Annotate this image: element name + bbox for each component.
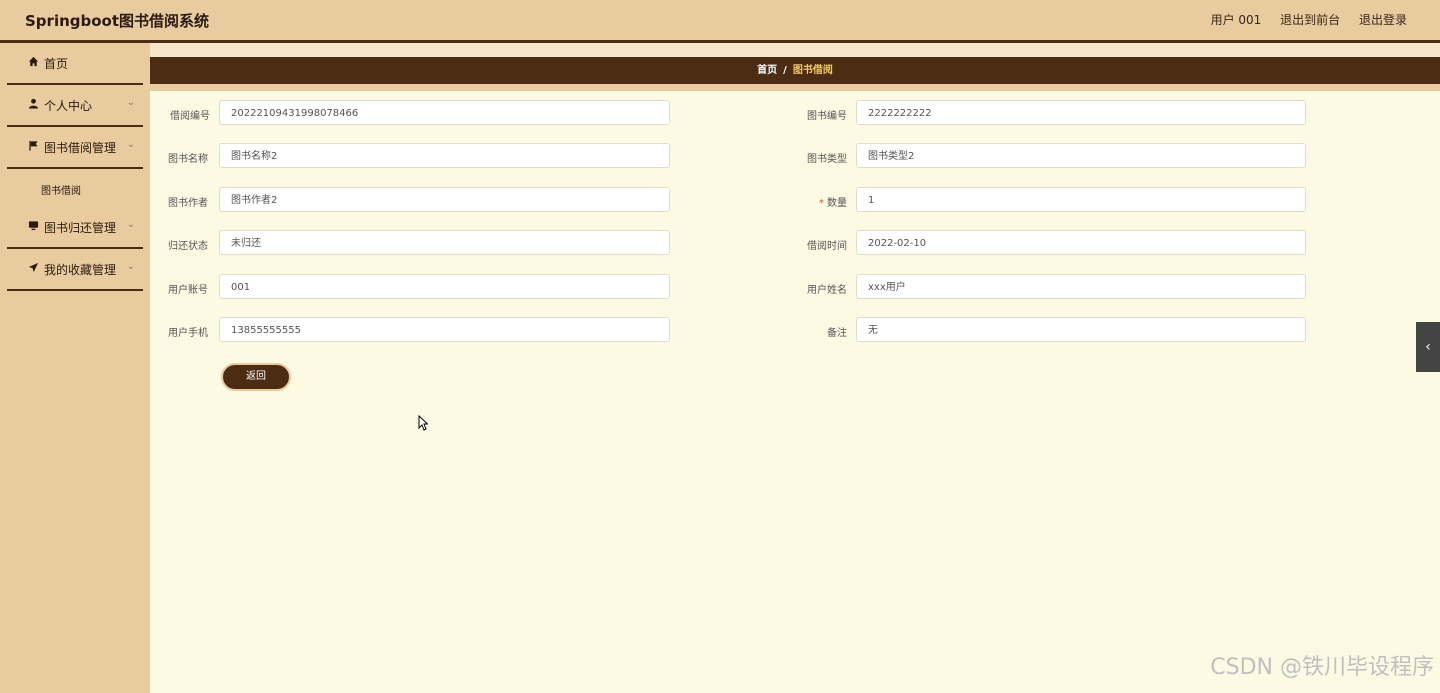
field-label: 图书类型 bbox=[807, 154, 847, 165]
user-icon bbox=[27, 98, 39, 110]
user-phone-input[interactable]: 13855555555 bbox=[219, 317, 670, 342]
field-label: 借阅编号 bbox=[170, 111, 210, 122]
field-label: 用户手机 bbox=[168, 328, 208, 339]
field-label-text: 数量 bbox=[827, 198, 847, 209]
chevron-down-icon: ⌄ bbox=[126, 139, 135, 150]
required-mark: * bbox=[819, 198, 824, 209]
field-label: 图书作者 bbox=[168, 198, 208, 209]
chevron-left-icon: ‹ bbox=[1425, 339, 1431, 355]
book-author-input[interactable]: 图书作者2 bbox=[219, 187, 670, 212]
return-status-input[interactable]: 未归还 bbox=[219, 230, 670, 255]
sidebar-item-borrow-management[interactable]: 图书借阅管理 ⌄ bbox=[7, 127, 143, 169]
field-label: 归还状态 bbox=[168, 241, 208, 252]
chevron-down-icon: ⌄ bbox=[126, 261, 135, 272]
sidebar-item-favorites-management[interactable]: 我的收藏管理 ⌄ bbox=[7, 249, 143, 291]
main-content: 首页 / 图书借阅 借阅编号 20222109431998078466 图书编号 2… bbox=[150, 43, 1440, 693]
chevron-down-icon: ⌄ bbox=[126, 97, 135, 108]
bottom-strip bbox=[150, 84, 1440, 91]
field-label: 借阅时间 bbox=[807, 241, 847, 252]
field-label: 图书编号 bbox=[807, 111, 847, 122]
book-name-input[interactable]: 图书名称2 bbox=[219, 143, 670, 168]
collapse-panel-toggle[interactable]: ‹ bbox=[1416, 322, 1440, 372]
sidebar-item-label: 图书借阅管理 bbox=[44, 141, 117, 155]
sidebar-item-personal-center[interactable]: 个人中心 ⌄ bbox=[7, 85, 143, 127]
remark-input[interactable]: 无 bbox=[856, 317, 1306, 342]
user-account-input[interactable]: 001 bbox=[219, 274, 670, 299]
monitor-icon bbox=[27, 220, 39, 232]
field-label: 用户姓名 bbox=[807, 285, 847, 296]
breadcrumb: 首页 / 图书借阅 bbox=[150, 57, 1440, 84]
sidebar-subitem-label: 图书借阅 bbox=[41, 186, 81, 197]
logout-link[interactable]: 退出登录 bbox=[1359, 13, 1407, 27]
breadcrumb-current: 图书借阅 bbox=[792, 65, 833, 76]
send-icon bbox=[27, 262, 39, 274]
user-name-input[interactable]: xxx用户 bbox=[856, 274, 1306, 299]
chevron-down-icon: ⌄ bbox=[126, 219, 135, 230]
app-title: Springboot图书借阅系统 bbox=[25, 12, 210, 30]
sidebar-item-label: 图书归还管理 bbox=[44, 221, 117, 235]
sidebar-subitem-borrow[interactable]: 图书借阅 bbox=[7, 169, 143, 207]
field-label: 备注 bbox=[827, 328, 847, 339]
mouse-cursor-icon bbox=[418, 414, 429, 431]
field-label: * 数量 bbox=[750, 194, 847, 209]
breadcrumb-home[interactable]: 首页 bbox=[757, 65, 777, 76]
top-links: 用户 001 退出到前台 退出登录 bbox=[1196, 11, 1407, 28]
field-label: 图书名称 bbox=[168, 154, 208, 165]
quantity-input[interactable]: 1 bbox=[856, 187, 1306, 212]
borrow-no-input[interactable]: 20222109431998078466 bbox=[219, 100, 670, 125]
top-bar: Springboot图书借阅系统 用户 001 退出到前台 退出登录 bbox=[0, 0, 1440, 43]
exit-front-link[interactable]: 退出到前台 bbox=[1280, 13, 1340, 27]
borrow-date-input[interactable]: 2022-02-10 bbox=[856, 230, 1306, 255]
sidebar-item-home[interactable]: 首页 bbox=[7, 43, 143, 85]
home-icon bbox=[27, 56, 39, 68]
breadcrumb-separator: / bbox=[783, 65, 787, 76]
user-label[interactable]: 用户 001 bbox=[1211, 13, 1262, 27]
back-button[interactable]: 返回 bbox=[221, 363, 291, 391]
book-no-input[interactable]: 2222222222 bbox=[856, 100, 1306, 125]
sidebar-item-label: 我的收藏管理 bbox=[44, 263, 117, 277]
sidebar-item-label: 首页 bbox=[44, 57, 69, 71]
watermark: CSDN @铁川毕设程序 bbox=[1210, 655, 1434, 680]
sidebar-item-return-management[interactable]: 图书归还管理 ⌄ bbox=[7, 207, 143, 249]
flag-icon bbox=[27, 140, 39, 152]
book-type-input[interactable]: 图书类型2 bbox=[856, 143, 1306, 168]
field-label: 用户账号 bbox=[168, 285, 208, 296]
sidebar-item-label: 个人中心 bbox=[44, 99, 93, 113]
sidebar: 首页 个人中心 ⌄ 图书借阅管理 ⌄ 图书借阅 图书归还管理 ⌄ 我的收藏管理 … bbox=[0, 43, 150, 693]
top-strip bbox=[150, 43, 1440, 57]
